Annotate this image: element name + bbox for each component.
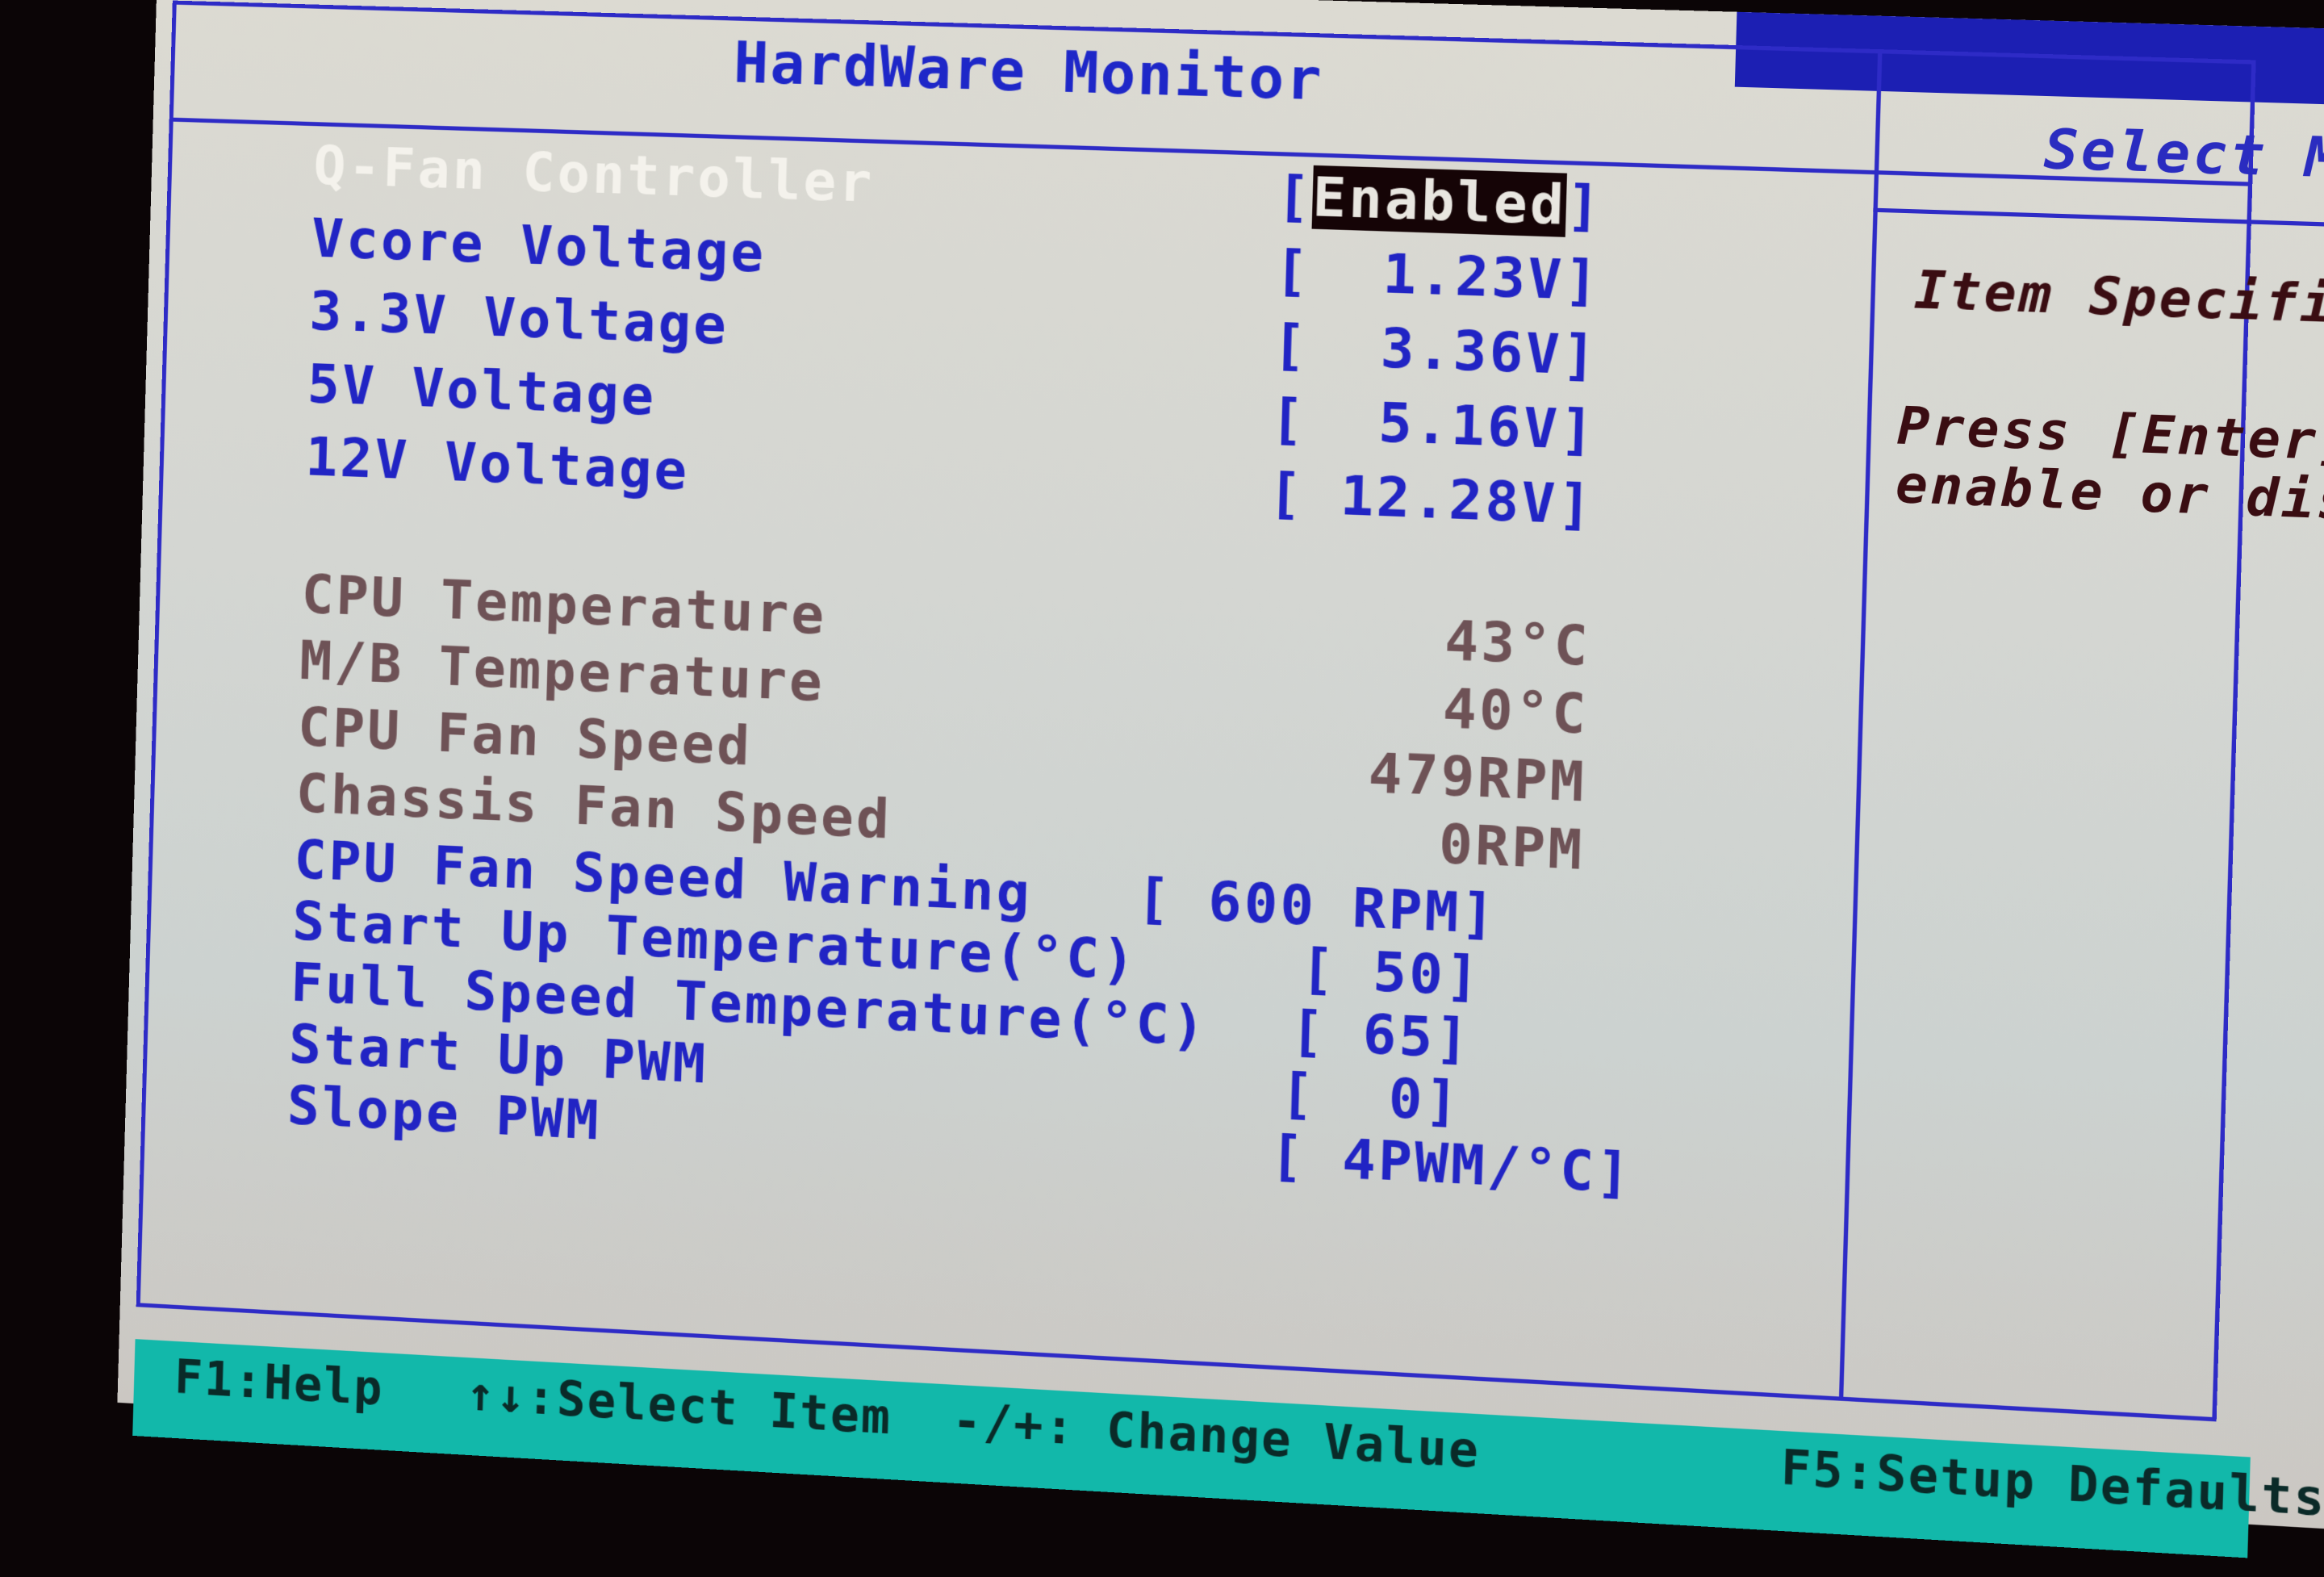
bracket-open: [ xyxy=(1275,164,1314,229)
setting-value[interactable]: [ 3.36V] xyxy=(1272,312,1599,387)
selected-value[interactable]: Enabled xyxy=(1311,165,1568,237)
setting-label: 12V Voltage xyxy=(304,425,691,503)
setting-label: 3.3V Voltage xyxy=(308,279,730,358)
footer-change-value: -/+: Change Value xyxy=(951,1392,1481,1479)
reading-value: 479RPM xyxy=(1367,741,1587,815)
footer-select-item: ↑↓:Select Item xyxy=(466,1366,892,1445)
reading-value: 0RPM xyxy=(1438,812,1586,883)
footer-setup-defaults: F5:Setup Defaults xyxy=(1780,1439,2324,1528)
bracket-close: ] xyxy=(1565,173,1604,239)
setting-value[interactable]: [ 5.16V] xyxy=(1269,387,1597,462)
item-help-text: Press [Enter] to enable or disable xyxy=(1895,395,2324,538)
setting-value[interactable]: [Enabled] xyxy=(1276,164,1603,238)
setting-value[interactable]: [ 12.28V] xyxy=(1268,461,1595,537)
bios-screen: HardWare Monitor Select Menu Item Specif… xyxy=(117,0,2324,1558)
settings-list: Q-Fan Controller [Enabled] Vcore Voltage… xyxy=(286,134,1733,1208)
setting-label: 5V Voltage xyxy=(306,352,658,429)
setting-value[interactable]: [ 65] xyxy=(1289,999,1472,1072)
reading-value: 40°C xyxy=(1441,676,1590,747)
setting-value[interactable]: [ 0] xyxy=(1279,1061,1461,1134)
setting-value[interactable]: [ 50] xyxy=(1300,936,1482,1008)
select-menu-heading: Select Menu xyxy=(2042,116,2324,195)
setting-value[interactable]: [ 1.23V] xyxy=(1273,238,1601,312)
reading-value: 43°C xyxy=(1444,609,1591,679)
footer-f1-help: F1:Help xyxy=(173,1349,385,1416)
